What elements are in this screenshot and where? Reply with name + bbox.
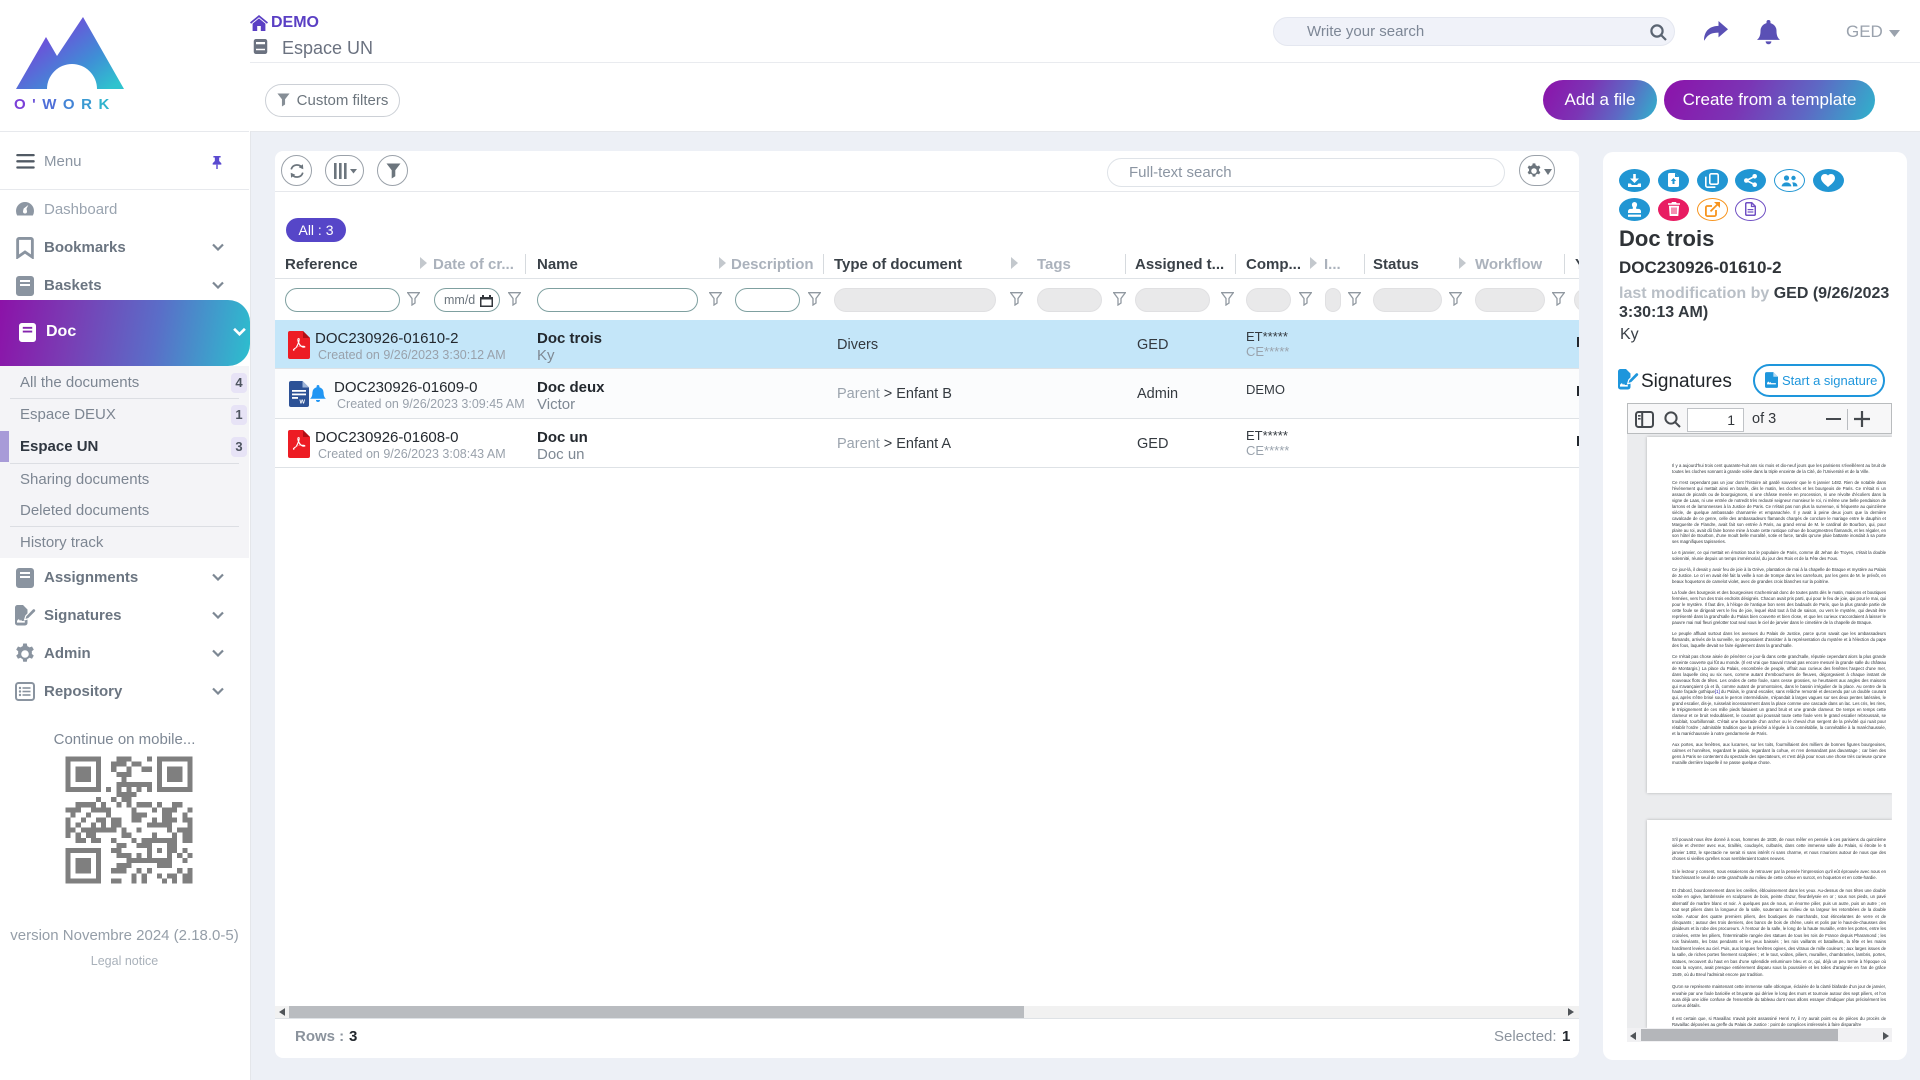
svg-text:w: w <box>299 399 306 406</box>
